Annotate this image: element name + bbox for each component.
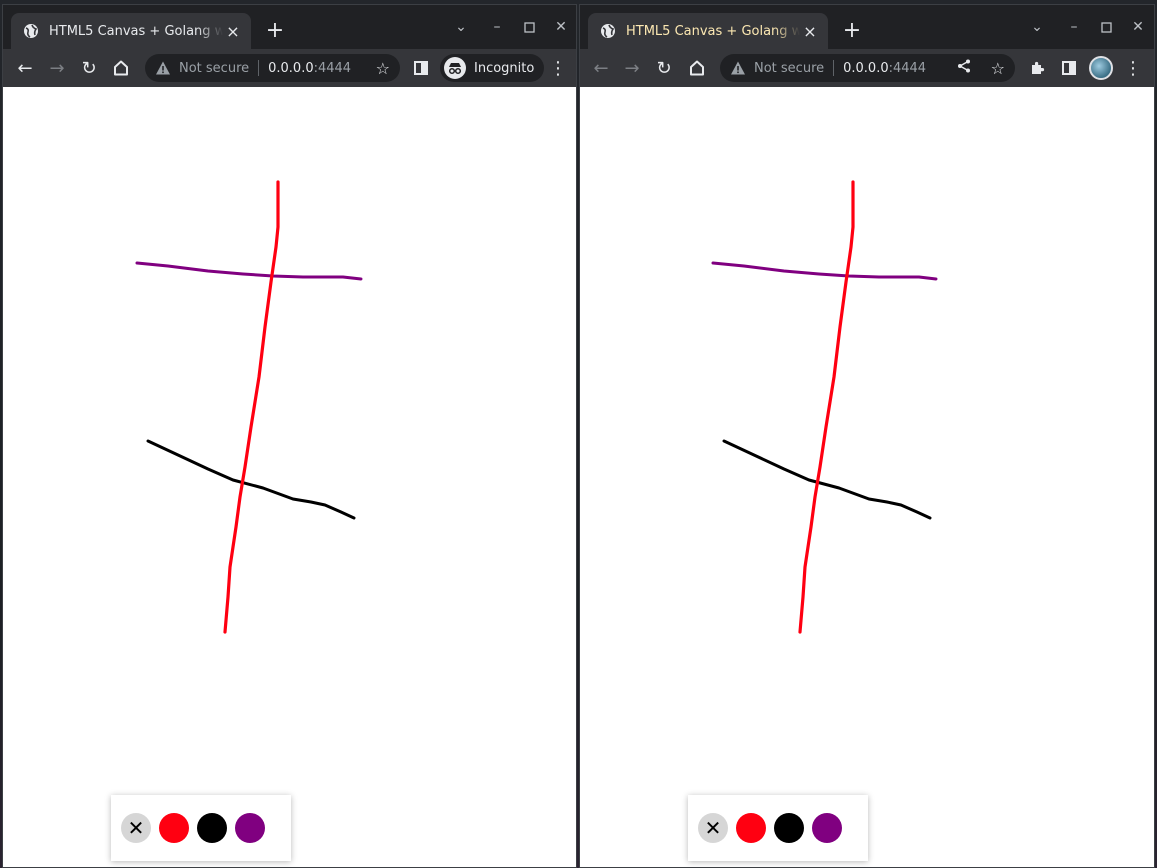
forward-icon[interactable]: → xyxy=(618,54,646,82)
incognito-label: Incognito xyxy=(474,60,535,76)
black-swatch[interactable] xyxy=(774,813,804,843)
purple-swatch[interactable] xyxy=(812,813,842,843)
clear-button[interactable]: ✕ xyxy=(121,813,151,843)
bookmark-star-icon[interactable]: ☆ xyxy=(991,59,1005,78)
back-icon[interactable]: ← xyxy=(587,54,615,82)
back-icon[interactable]: ← xyxy=(11,54,39,82)
red-swatch[interactable] xyxy=(736,813,766,843)
incognito-icon xyxy=(444,57,466,79)
maximize-icon[interactable] xyxy=(517,15,541,39)
close-window-icon[interactable]: ✕ xyxy=(1126,15,1150,39)
not-secure-label: Not secure xyxy=(754,60,825,76)
address-bar[interactable]: Not secure 0.0.0.0:4444 ☆ xyxy=(145,54,400,82)
side-panel-icon[interactable] xyxy=(1055,54,1083,82)
new-tab-button[interactable]: + xyxy=(838,18,866,46)
red-stroke xyxy=(798,180,855,634)
tab-search-icon[interactable]: ⌄ xyxy=(1025,15,1049,39)
purple-swatch[interactable] xyxy=(235,813,265,843)
url-host: 0.0.0.0 xyxy=(268,60,314,76)
clear-button[interactable]: ✕ xyxy=(698,813,728,843)
color-palette: ✕ xyxy=(688,795,868,861)
globe-icon xyxy=(601,24,615,38)
reload-icon[interactable]: ↻ xyxy=(650,54,678,82)
close-window-icon[interactable]: ✕ xyxy=(549,15,573,39)
menu-icon[interactable]: ⋮ xyxy=(544,54,572,82)
color-palette: ✕ xyxy=(111,795,291,861)
reload-icon[interactable]: ↻ xyxy=(75,54,103,82)
tab-search-icon[interactable]: ⌄ xyxy=(449,15,473,39)
profile-avatar[interactable] xyxy=(1087,54,1115,82)
page-content: ✕ xyxy=(3,87,576,867)
close-tab-icon[interactable]: × xyxy=(800,21,820,41)
url-port: :4444 xyxy=(313,60,352,76)
page-content: ✕ xyxy=(580,87,1154,867)
black-stroke xyxy=(146,439,356,520)
toolbar: ← → ↻ Not secure 0.0.0.0:4444 ☆ ⋮ xyxy=(580,49,1154,87)
red-stroke xyxy=(223,180,280,634)
home-icon[interactable] xyxy=(107,54,135,82)
home-icon[interactable] xyxy=(683,54,711,82)
browser-tab[interactable]: HTML5 Canvas + Golang websocket × xyxy=(588,13,828,49)
close-tab-icon[interactable]: × xyxy=(223,21,243,41)
purple-stroke xyxy=(135,261,363,281)
url-host: 0.0.0.0 xyxy=(843,60,889,76)
share-icon[interactable] xyxy=(957,59,971,77)
url-port: :4444 xyxy=(888,60,927,76)
warning-icon xyxy=(731,61,745,75)
black-swatch[interactable] xyxy=(197,813,227,843)
black-stroke xyxy=(722,439,932,520)
divider xyxy=(258,60,260,76)
tab-title: HTML5 Canvas + Golang websocket xyxy=(626,23,800,39)
globe-icon xyxy=(24,24,38,38)
tab-strip: HTML5 Canvas + Golang websocket × + ⌄ – … xyxy=(580,5,1154,49)
tab-strip: HTML5 Canvas + Golang websocket × + ⌄ – … xyxy=(3,5,576,49)
side-panel-icon[interactable] xyxy=(407,54,435,82)
not-secure-label: Not secure xyxy=(179,60,250,76)
warning-icon xyxy=(156,61,170,75)
red-swatch[interactable] xyxy=(159,813,189,843)
avatar xyxy=(1089,56,1113,80)
browser-window-normal: HTML5 Canvas + Golang websocket × + ⌄ – … xyxy=(579,4,1155,868)
address-bar[interactable]: Not secure 0.0.0.0:4444 ☆ xyxy=(720,54,1015,82)
tab-title: HTML5 Canvas + Golang websocket xyxy=(49,23,223,39)
extensions-icon[interactable] xyxy=(1023,54,1051,82)
purple-stroke xyxy=(711,261,938,281)
new-tab-button[interactable]: + xyxy=(261,18,289,46)
toolbar: ← → ↻ Not secure 0.0.0.0:4444 ☆ Incognit… xyxy=(3,49,576,87)
drawing-canvas[interactable] xyxy=(580,87,1155,868)
incognito-indicator[interactable]: Incognito xyxy=(440,54,545,82)
drawing-canvas[interactable] xyxy=(3,87,577,868)
bookmark-star-icon[interactable]: ☆ xyxy=(376,59,390,78)
browser-window-incognito: HTML5 Canvas + Golang websocket × + ⌄ – … xyxy=(2,4,577,868)
browser-tab[interactable]: HTML5 Canvas + Golang websocket × xyxy=(11,13,251,49)
minimize-icon[interactable]: – xyxy=(1062,15,1086,39)
menu-icon[interactable]: ⋮ xyxy=(1119,54,1147,82)
maximize-icon[interactable] xyxy=(1094,15,1118,39)
divider xyxy=(833,60,835,76)
minimize-icon[interactable]: – xyxy=(485,15,509,39)
forward-icon[interactable]: → xyxy=(43,54,71,82)
